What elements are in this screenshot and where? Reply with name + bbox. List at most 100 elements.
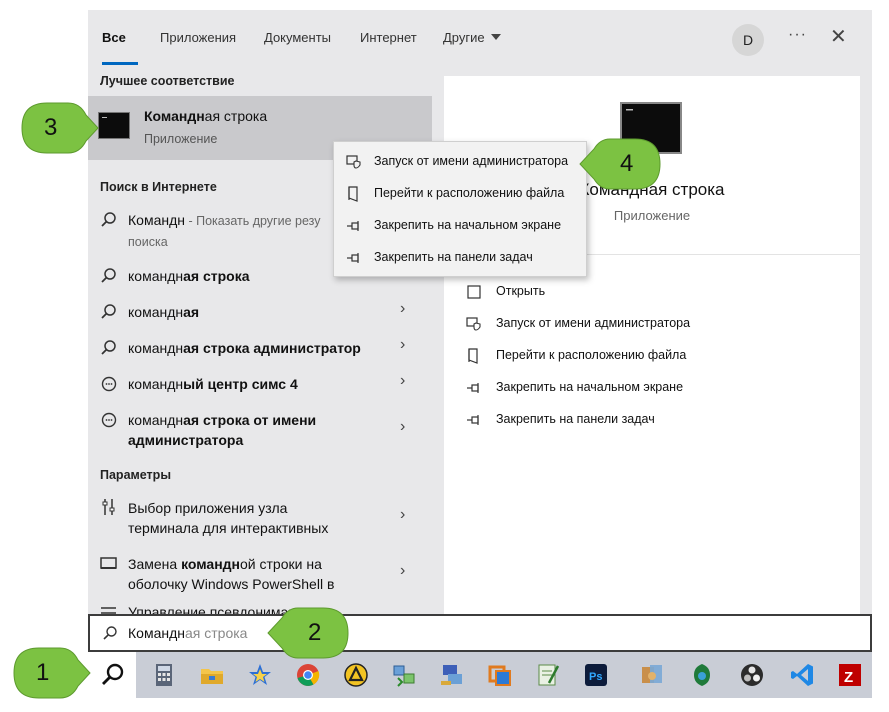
web-result-item[interactable]: командная › <box>88 300 432 328</box>
shield-app-icon[interactable] <box>688 661 716 689</box>
web-result-bold: ая строка от имени <box>183 412 317 428</box>
close-icon[interactable]: ✕ <box>830 24 847 49</box>
more-options-icon[interactable]: ··· <box>788 26 807 44</box>
web-result-plain: командн <box>128 376 184 392</box>
chat-bubble-icon <box>100 375 118 393</box>
monitor-icon <box>100 555 118 573</box>
vscode-icon[interactable] <box>788 661 816 689</box>
search-icon <box>100 339 118 357</box>
virtual-machine-icon[interactable] <box>486 661 514 689</box>
terminal-prompt-icon <box>102 117 107 118</box>
star-app-icon[interactable] <box>246 661 274 689</box>
obs-icon[interactable] <box>738 661 766 689</box>
web-result-text: командный центр симс 4 <box>128 374 298 394</box>
web-result-text: командная строка администратор <box>128 338 361 358</box>
notepad-icon[interactable] <box>534 661 562 689</box>
chevron-right-icon[interactable]: › <box>400 562 405 580</box>
file-location-icon <box>346 186 362 202</box>
chevron-right-icon[interactable]: › <box>400 300 405 318</box>
context-menu-label: Закрепить на начальном экране <box>374 218 562 232</box>
avatar[interactable]: D <box>732 24 764 56</box>
web-result-text: командная строка <box>128 266 250 286</box>
photoshop-icon[interactable]: Ps <box>582 661 610 689</box>
search-input[interactable]: Командная строка <box>88 614 872 652</box>
settings-result-line1: Выбор приложения узла <box>128 500 288 516</box>
search-icon <box>100 267 118 285</box>
tab-other-label: Другие <box>443 30 485 45</box>
filezilla-icon[interactable]: Z <box>836 661 864 689</box>
web-result-plain: командн <box>128 268 184 284</box>
tab-all[interactable]: Все <box>102 30 126 50</box>
search-icon <box>100 211 118 229</box>
svg-text:Ps: Ps <box>589 671 602 683</box>
callout-4-number: 4 <box>620 150 634 177</box>
file-explorer-icon[interactable] <box>198 661 226 689</box>
web-result-line2: администратора <box>128 432 244 448</box>
tab-other[interactable]: Другие <box>443 30 501 50</box>
settings-result-item[interactable]: Выбор приложения узла терминала для инте… <box>88 496 432 544</box>
context-menu-label: Перейти к расположению файла <box>374 186 565 200</box>
open-icon <box>466 284 482 300</box>
shield-icon <box>346 154 362 170</box>
search-topbar: Все Приложения Документы Интернет Другие… <box>88 10 872 68</box>
settings-result-line1: Замена командной строки на <box>128 554 322 574</box>
svg-text:Z: Z <box>844 669 853 686</box>
chevron-right-icon[interactable]: › <box>400 506 405 524</box>
settings-result-item[interactable]: Замена командной строки на оболочку Wind… <box>88 552 432 600</box>
callout-1-shape <box>13 647 91 699</box>
taskbar-search-button[interactable] <box>88 652 136 698</box>
chrome-icon[interactable] <box>294 661 322 689</box>
context-menu-open-location[interactable]: Перейти к расположению файла <box>334 178 586 208</box>
tab-apps[interactable]: Приложения <box>160 30 236 50</box>
warning-app-icon[interactable] <box>342 661 370 689</box>
web-result-item[interactable]: командный центр симс 4 › <box>88 372 432 400</box>
web-result-bold: ая строка администратор <box>183 340 361 356</box>
web-result-bold: Командн <box>128 212 185 228</box>
web-result-plain: командн <box>128 304 184 320</box>
chevron-right-icon[interactable]: › <box>400 372 405 390</box>
context-menu-pin-start[interactable]: Закрепить на начальном экране <box>334 210 586 240</box>
section-best-match: Лучшее соответствие <box>100 74 235 88</box>
web-result-bold: ый центр симс 4 <box>183 376 298 392</box>
handshake-app-icon[interactable] <box>638 661 666 689</box>
tab-documents[interactable]: Документы <box>264 30 331 50</box>
context-menu: Запуск от имени администратора Перейти к… <box>333 141 587 277</box>
web-result-plain: командн <box>128 340 184 356</box>
callout-2: 2 <box>266 606 350 660</box>
chevron-right-icon[interactable]: › <box>400 418 405 436</box>
pin-icon <box>466 380 482 396</box>
pin-icon <box>466 412 482 428</box>
preview-action-label: Закрепить на панели задач <box>496 412 655 426</box>
preview-action-label: Закрепить на начальном экране <box>496 380 684 394</box>
preview-action-label: Открыть <box>496 284 546 298</box>
network-app-icon[interactable] <box>390 661 418 689</box>
web-result-line2: поиска <box>128 235 168 249</box>
section-web-search: Поиск в Интернете <box>100 180 217 194</box>
web-result-item[interactable]: командная строка администратор › <box>88 336 432 364</box>
callout-4: 4 <box>578 137 662 191</box>
web-result-text: Командн - Показать другие резу <box>128 210 321 231</box>
preview-action-label: Запуск от имени администратора <box>496 316 691 330</box>
section-settings: Параметры <box>100 468 171 482</box>
context-menu-run-as-admin[interactable]: Запуск от имени администратора <box>334 146 586 176</box>
active-tab-indicator <box>102 62 138 65</box>
callout-3: 3 <box>20 101 100 155</box>
callout-2-number: 2 <box>308 619 322 646</box>
chevron-right-icon[interactable]: › <box>400 336 405 354</box>
web-result-bold: ая <box>183 304 200 320</box>
tab-internet[interactable]: Интернет <box>360 30 417 50</box>
settings-result-item[interactable]: Управление псевдонимами <box>88 598 432 615</box>
terminal-app-icon <box>98 112 130 139</box>
context-menu-label: Закрепить на панели задач <box>374 250 533 264</box>
settings-result-pre: Замена <box>128 556 182 572</box>
best-match-title-rest: ая строка <box>204 108 268 124</box>
search-query: Командная строка <box>128 625 247 641</box>
remote-desktop-icon[interactable] <box>438 661 466 689</box>
callout-1-number: 1 <box>36 659 50 686</box>
best-match-title: Командная строка <box>144 108 267 124</box>
best-match-subtitle: Приложение <box>144 132 218 146</box>
context-menu-pin-taskbar[interactable]: Закрепить на панели задач <box>334 242 586 272</box>
calculator-icon[interactable] <box>150 661 178 689</box>
chat-bubble-icon <box>100 411 118 429</box>
web-result-item[interactable]: командная строка от имени администратора… <box>88 408 432 456</box>
